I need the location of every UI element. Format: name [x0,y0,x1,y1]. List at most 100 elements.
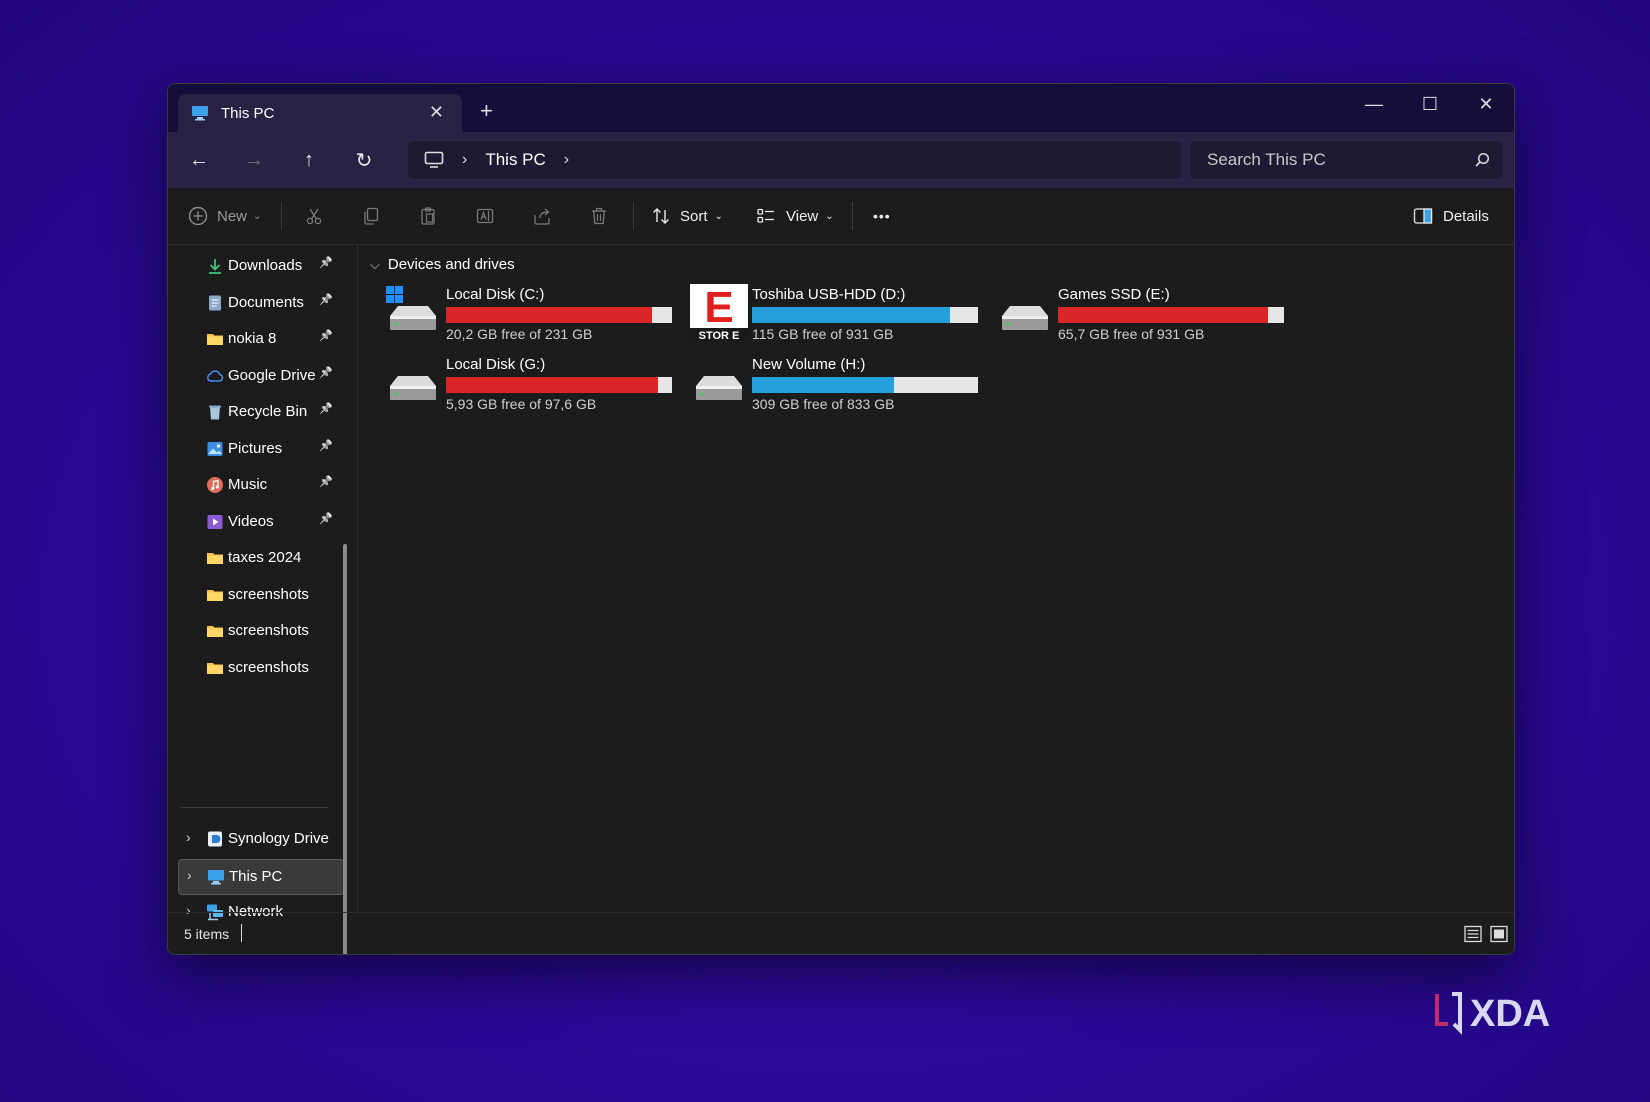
drive-name: Games SSD (E:) [1058,286,1170,303]
breadcrumb-this-pc[interactable]: This PC [485,150,545,170]
sidebar-item-downloads[interactable]: Downloads 📌 [178,249,342,283]
sidebar-item-recycle-bin[interactable]: Recycle Bin 📌 [178,395,342,429]
sidebar-item-videos[interactable]: Videos 📌 [178,505,342,539]
sidebar-item-music[interactable]: Music 📌 [178,468,342,502]
close-button[interactable]: ✕ [1458,84,1514,124]
sidebar-item-documents[interactable]: Documents 📌 [178,286,342,320]
command-bar: New ⌄ Sort ⌄ View ⌄ ••• Details [168,188,1514,245]
folder-icon [206,549,224,567]
sidebar-item-pictures[interactable]: Pictures 📌 [178,432,342,466]
forward-button[interactable]: → [237,144,271,176]
windows-drive-icon [384,284,442,342]
sort-button[interactable]: Sort ⌄ [651,188,723,244]
drive-name: Toshiba USB-HDD (D:) [752,286,906,303]
pin-icon[interactable]: 📌 [319,329,333,342]
new-button[interactable]: New ⌄ [188,188,261,244]
share-button[interactable] [532,188,552,244]
pin-icon[interactable]: 📌 [319,475,333,488]
view-button[interactable]: View ⌄ [756,188,834,244]
drive-free-space: 5,93 GB free of 97,6 GB [446,396,597,412]
tab-this-pc[interactable]: This PC ✕ [178,94,462,132]
rename-button[interactable] [475,188,495,244]
sidebar-scrollbar[interactable] [343,544,347,954]
address-bar[interactable]: › This PC › [408,141,1181,179]
drive-tile[interactable]: Games SSD (E:) 65,7 GB free of 931 GB [996,284,1286,346]
pin-icon[interactable]: 📌 [319,402,333,415]
sidebar-item-screenshots[interactable]: screenshots [178,651,342,685]
delete-button[interactable] [589,188,609,244]
monitor-icon [424,151,444,168]
drive-usage-fill [752,307,950,323]
sidebar-item-screenshots[interactable]: screenshots [178,578,342,612]
details-view-icon[interactable] [1463,924,1483,944]
refresh-button[interactable]: ↻ [347,144,381,176]
plus-circle-icon [188,206,208,226]
drive-tile[interactable]: Local Disk (G:) 5,93 GB free of 97,6 GB [384,354,674,416]
title-bar: This PC ✕ + — ☐ ✕ [168,84,1514,132]
documents-icon [206,294,224,312]
folder-icon [206,622,224,640]
drive-tile[interactable]: New Volume (H:) 309 GB free of 833 GB [690,354,980,416]
pin-icon[interactable]: 📌 [319,366,333,379]
chevron-right-icon[interactable]: › [186,829,191,845]
more-options-button[interactable]: ••• [873,188,891,244]
folder-icon [206,586,224,604]
up-button[interactable]: ↑ [292,144,326,176]
sidebar-item-screenshots[interactable]: screenshots [178,614,342,648]
copy-button[interactable] [361,188,381,244]
chevron-right-icon[interactable]: › [462,151,467,169]
sidebar-item-label: Google Drive [228,366,316,384]
drive-tile[interactable]: Local Disk (C:) 20,2 GB free of 231 GB [384,284,674,346]
toolbar-divider [633,202,634,230]
search-icon[interactable] [1474,152,1490,168]
tiles-view-icon[interactable] [1489,924,1509,944]
xda-wordmark: XDA [1470,993,1550,1035]
toolbar-divider [852,202,853,230]
cut-button[interactable] [304,188,324,244]
rename-icon [476,208,494,224]
chevron-right-icon[interactable]: › [187,867,192,883]
drive-usage-fill [752,377,895,393]
search-input[interactable]: Search This PC [1207,150,1474,170]
xda-bracket-icon: XDA [1435,992,1550,1035]
minimize-button[interactable]: — [1346,84,1402,124]
new-tab-button[interactable]: + [480,98,493,124]
pin-icon[interactable]: 📌 [319,256,333,269]
navigation-pane: Downloads 📌 Documents 📌 nokia 8 📌 Google Drive… [168,244,348,954]
scissors-icon [306,208,322,225]
drive-free-space: 20,2 GB free of 231 GB [446,326,593,342]
pin-icon[interactable]: 📌 [319,293,333,306]
drive-usage-bar [446,377,672,393]
sidebar-item-label: This PC [229,867,283,885]
tab-close-icon[interactable]: ✕ [429,102,444,123]
sidebar-item-nokia-8[interactable]: nokia 8 📌 [178,322,342,356]
clipboard-icon [421,207,435,225]
drive-free-space: 309 GB free of 833 GB [752,396,895,412]
chevron-down-icon[interactable]: ⌵ [370,257,380,273]
sidebar-item-google-drive[interactable]: Google Drive 📌 [178,359,342,393]
drive-tile[interactable]: E STOR E Toshiba USB-HDD (D:) 115 GB free o… [690,283,980,346]
sidebar-item-this-pc[interactable]: › This PC [178,858,344,895]
toolbar-divider [281,202,282,230]
maximize-button[interactable]: ☐ [1402,84,1458,124]
paste-button[interactable] [418,188,438,244]
copy-icon [364,207,379,225]
back-button[interactable]: ← [182,144,216,176]
chevron-right-icon[interactable]: › [564,151,569,169]
sidebar-item-label: Downloads [228,257,303,274]
pin-icon[interactable]: 📌 [319,439,333,452]
music-icon [206,476,224,494]
search-box[interactable]: Search This PC [1190,141,1502,179]
chevron-down-icon: ⌄ [714,210,723,222]
pin-icon[interactable]: 📌 [319,512,333,525]
details-button[interactable]: Details [1413,188,1489,244]
sidebar-item-synology-drive[interactable]: › Synology Drive [178,822,342,856]
downloads-icon [206,257,224,275]
drive-usage-bar [752,377,978,393]
google-drive-icon [206,367,224,385]
drive-icon [996,284,1054,342]
devices-and-drives-header[interactable]: ⌵ Devices and drives [370,256,515,273]
drive-usage-bar [1058,307,1284,323]
details-label: Details [1443,207,1489,225]
sidebar-item-taxes-2024[interactable]: taxes 2024 [178,541,342,575]
